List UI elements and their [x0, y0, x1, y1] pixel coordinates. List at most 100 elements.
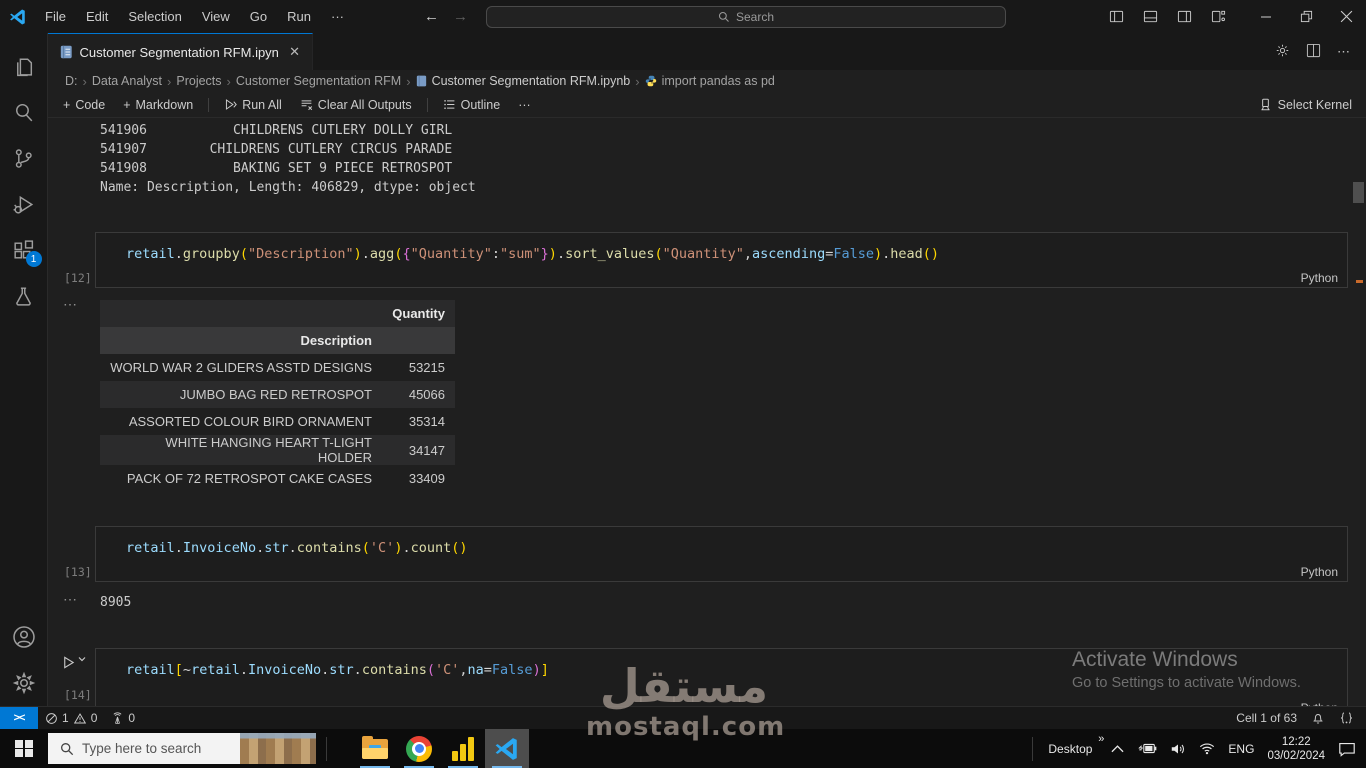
customize-layout-icon[interactable] — [1204, 0, 1232, 33]
chrome-taskbar-icon[interactable] — [397, 729, 441, 768]
vscode-taskbar-icon[interactable] — [485, 729, 529, 768]
testing-icon[interactable] — [0, 273, 48, 319]
desktop-toolbar[interactable]: Desktop » — [1048, 733, 1104, 756]
notifications-bell-icon[interactable] — [1311, 711, 1325, 725]
breadcrumb-folder[interactable]: Customer Segmentation RFM — [236, 74, 401, 88]
row-description: ASSORTED COLOUR BIRD ORNAMENT — [128, 414, 372, 429]
battery-icon[interactable] — [1137, 742, 1157, 755]
column-header-quantity: Quantity — [392, 306, 445, 321]
menu-file[interactable]: File — [37, 6, 74, 27]
notebook-file-icon — [416, 75, 426, 87]
cell13-language-picker[interactable]: Python — [1301, 565, 1338, 579]
powerbi-taskbar-icon[interactable] — [441, 729, 485, 768]
menu-more[interactable]: ··· — [323, 6, 352, 27]
start-button[interactable] — [0, 729, 48, 768]
warning-icon — [73, 712, 86, 723]
cell12-output-collapse[interactable]: ⋯ — [63, 296, 78, 313]
notebook-editor[interactable]: 541906 CHILDRENS CUTLERY DOLLY GIRL 54190… — [48, 118, 1366, 706]
code-cell-12[interactable]: retail.groupby("Description").agg({"Quan… — [95, 232, 1348, 288]
breadcrumb-data-analyst[interactable]: Data Analyst — [92, 74, 162, 88]
notebook-toolbar: + Code + Markdown Run All Clear All Output… — [48, 92, 1366, 118]
clear-all-outputs-button[interactable]: Clear All Outputs — [293, 96, 419, 114]
cell13-output-collapse[interactable]: ⋯ — [63, 591, 78, 608]
taskbar-search-box[interactable]: Type here to search — [48, 733, 316, 764]
close-button[interactable] — [1326, 0, 1366, 33]
add-code-cell-button[interactable]: + Code — [56, 96, 112, 114]
toggle-secondary-sidebar-icon[interactable] — [1170, 0, 1198, 33]
problems-indicator[interactable]: 1 0 — [38, 707, 104, 729]
command-search-box[interactable]: Search — [486, 5, 1006, 28]
editor-settings-gear-icon[interactable] — [1275, 43, 1290, 61]
code-cell-14[interactable]: retail[~retail.InvoiceNo.str.contains('C… — [95, 648, 1348, 706]
clock[interactable]: 12:22 03/02/2024 — [1267, 735, 1325, 763]
cell-position-indicator[interactable]: Cell 1 of 63 — [1236, 711, 1297, 725]
outline-button[interactable]: Outline — [436, 96, 508, 114]
search-sidebar-icon[interactable] — [0, 89, 48, 135]
outline-icon — [443, 100, 454, 109]
source-control-icon[interactable] — [0, 135, 48, 181]
language-indicator[interactable]: ENG — [1228, 742, 1254, 756]
split-editor-icon[interactable] — [1306, 43, 1321, 61]
toggle-sidebar-icon[interactable] — [1102, 0, 1130, 33]
minimize-button[interactable] — [1246, 0, 1286, 33]
wifi-icon[interactable] — [1199, 742, 1215, 755]
accounts-icon[interactable] — [0, 614, 48, 660]
add-markdown-cell-button[interactable]: + Markdown — [116, 96, 200, 114]
menu-go[interactable]: Go — [242, 6, 275, 27]
row-description: WORLD WAR 2 GLIDERS ASSTD DESIGNS — [110, 360, 372, 375]
cell12-code[interactable]: retail.groupby("Description").agg({"Quan… — [96, 233, 1347, 262]
cell13-code[interactable]: retail.InvoiceNo.str.contains('C').count… — [96, 527, 1347, 556]
editor-scrollbar[interactable] — [1353, 182, 1364, 203]
extensions-icon[interactable]: 1 — [0, 227, 48, 273]
search-highlight-image[interactable] — [240, 733, 316, 764]
nav-back-icon[interactable]: ← — [424, 8, 439, 25]
error-icon — [46, 712, 57, 724]
prettier-braces-icon[interactable] — [1339, 711, 1354, 725]
editor-more-actions-icon[interactable]: ⋯ — [1337, 44, 1350, 60]
status-bar: >< 1 0 0 Cell 1 of 63 — [0, 706, 1366, 730]
toggle-panel-icon[interactable] — [1136, 0, 1164, 33]
dataframe-output-table: Quantity Description WORLD WAR 2 GLIDERS… — [100, 300, 455, 492]
select-kernel-button[interactable]: Select Kernel — [1259, 98, 1366, 112]
row-quantity: 33409 — [408, 471, 445, 486]
row-quantity: 34147 — [408, 442, 445, 458]
title-bar: File Edit Selection View Go Run ··· ← → … — [0, 0, 1366, 33]
cell14-language-picker[interactable]: Python — [1301, 701, 1338, 706]
index-header-description: Description — [300, 333, 372, 348]
action-center-icon[interactable] — [1338, 741, 1356, 757]
taskview-separator — [326, 736, 327, 761]
run-all-button[interactable]: Run All — [217, 96, 289, 114]
toolbar-overflow-chevron[interactable]: » — [1098, 733, 1104, 745]
cell12-language-picker[interactable]: Python — [1301, 271, 1338, 285]
nav-forward-icon[interactable]: → — [453, 8, 468, 25]
radio-tower-icon — [113, 711, 122, 724]
breadcrumb-file[interactable]: Customer Segmentation RFM.ipynb — [432, 74, 631, 88]
menu-run[interactable]: Run — [279, 6, 319, 27]
settings-gear-icon[interactable] — [0, 660, 48, 706]
python-icon — [645, 75, 656, 87]
hidden-icons-chevron[interactable] — [1111, 744, 1124, 753]
menu-selection[interactable]: Selection — [120, 6, 189, 27]
overview-ruler-marker — [1356, 280, 1363, 283]
volume-icon[interactable] — [1170, 742, 1186, 756]
notebook-file-icon — [60, 45, 72, 59]
cell14-run-button[interactable] — [61, 655, 86, 670]
remote-indicator[interactable]: >< — [0, 706, 38, 730]
ports-indicator[interactable]: 0 — [104, 707, 142, 729]
menu-edit[interactable]: Edit — [78, 6, 116, 27]
menu-view[interactable]: View — [194, 6, 238, 27]
breadcrumb-symbol[interactable]: import pandas as pd — [662, 74, 775, 88]
breadcrumb-drive[interactable]: D: — [65, 74, 78, 88]
row-quantity: 45066 — [408, 387, 445, 402]
breadcrumb: D: › Data Analyst › Projects › Customer Seg… — [48, 70, 1366, 92]
cell14-code[interactable]: retail[~retail.InvoiceNo.str.contains('C… — [96, 649, 1347, 678]
explorer-icon[interactable] — [0, 43, 48, 89]
restore-button[interactable] — [1286, 0, 1326, 33]
run-debug-icon[interactable] — [0, 181, 48, 227]
file-explorer-taskbar-icon[interactable] — [353, 729, 397, 768]
breadcrumb-projects[interactable]: Projects — [176, 74, 221, 88]
tab-close-icon[interactable]: ✕ — [285, 44, 304, 60]
toolbar-more-icon[interactable]: ··· — [511, 96, 538, 114]
tab-notebook[interactable]: Customer Segmentation RFM.ipynb ✕ — [48, 33, 313, 70]
code-cell-13[interactable]: retail.InvoiceNo.str.contains('C').count… — [95, 526, 1348, 582]
